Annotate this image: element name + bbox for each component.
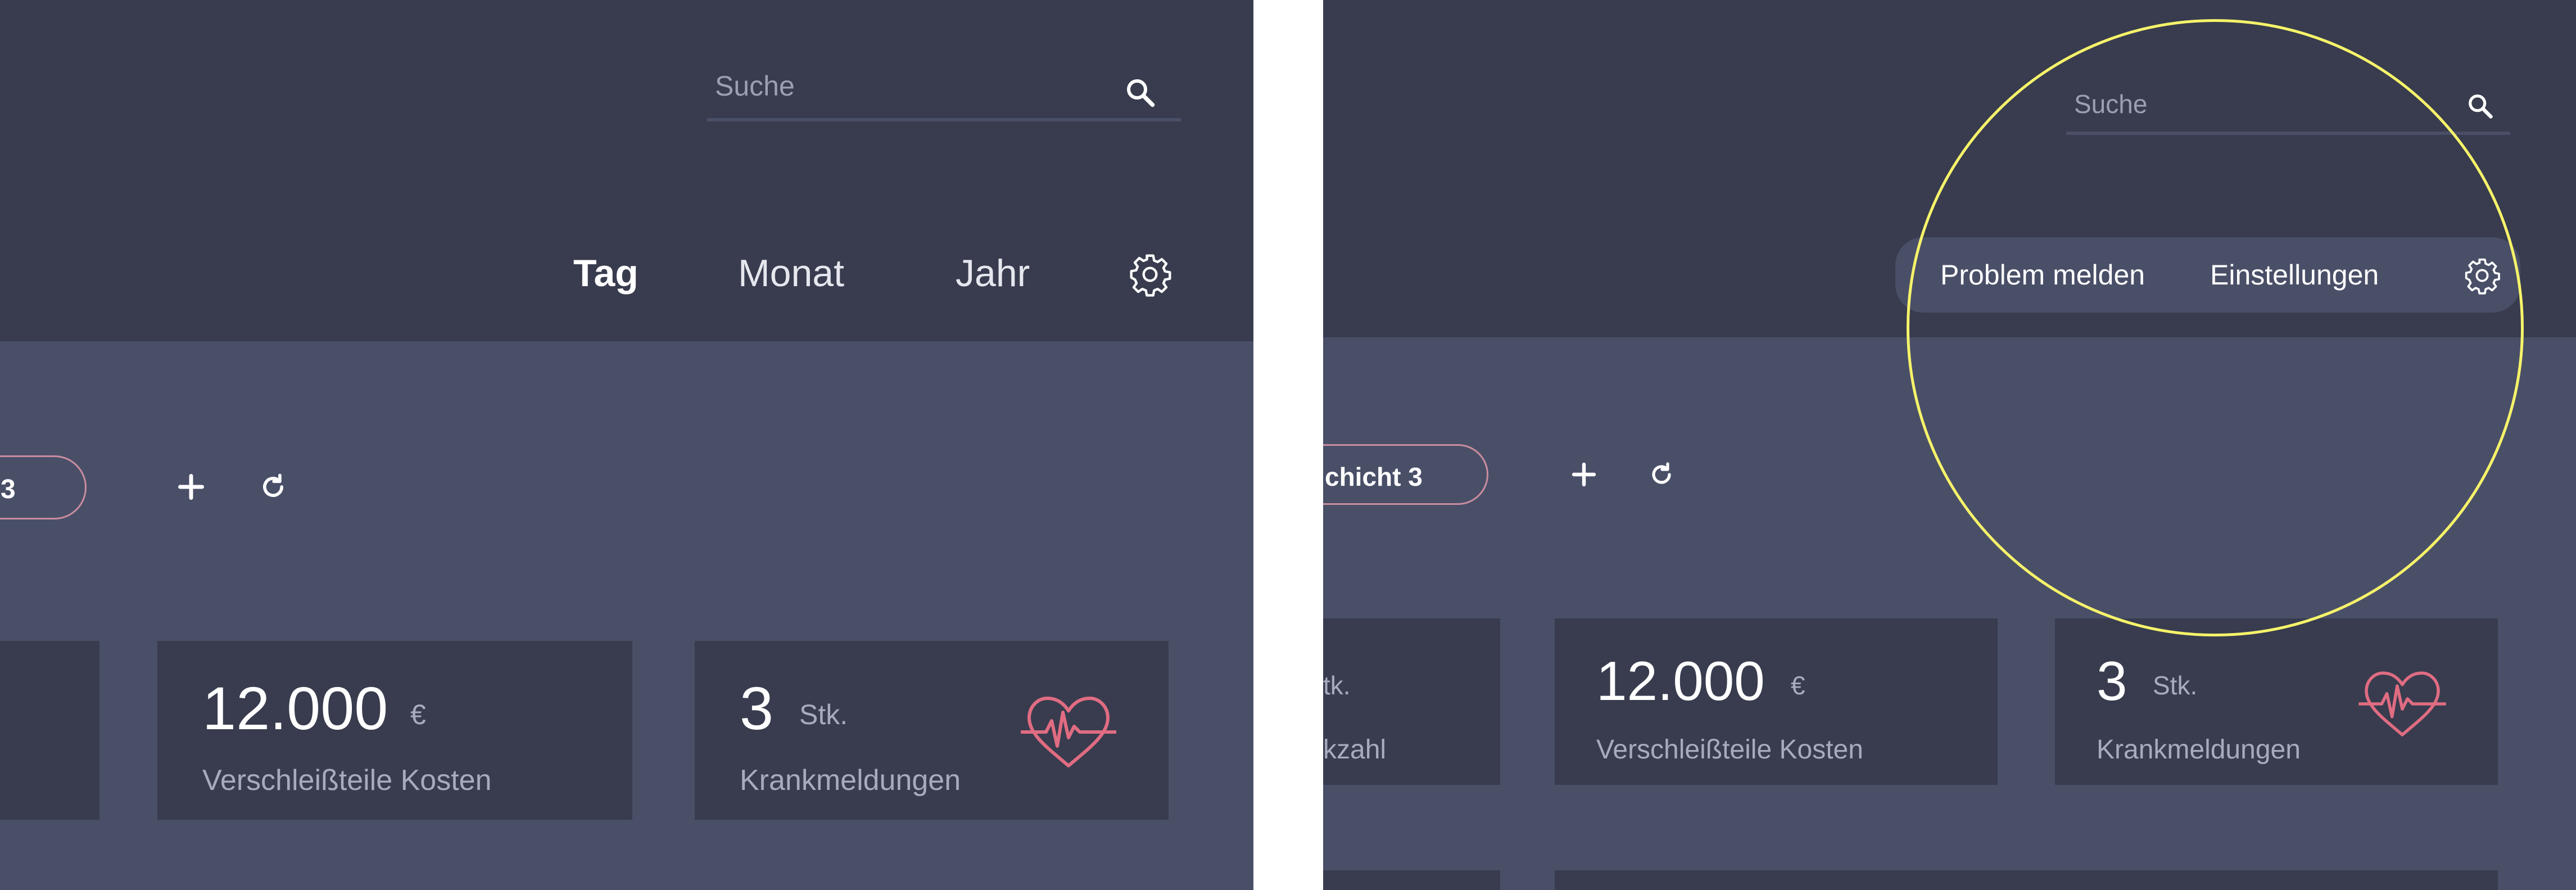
card-label: Krankmeldungen [2097, 735, 2301, 765]
search-field[interactable]: Suche [707, 62, 1181, 121]
heart-pulse-icon [2358, 671, 2446, 737]
tab-jahr[interactable]: Jahr [956, 254, 1030, 292]
card-label: Verschleißteile Kosten [1596, 735, 1863, 765]
search-input[interactable]: Suche [715, 70, 795, 102]
shift-chip[interactable]: 3 [0, 455, 87, 519]
shift-chip[interactable]: chicht 3 [1323, 444, 1488, 505]
card-partial-bottom [1323, 870, 1500, 890]
card-value: 12.000 [202, 674, 388, 742]
tab-monat[interactable]: Monat [738, 254, 844, 292]
shift-chip-label: 3 [1, 475, 16, 504]
right-panel: Suche Problem melden Einstellungen chich… [1323, 0, 2576, 890]
card-value: 3 [740, 674, 774, 742]
card-partial-bottom-wide [1555, 870, 2498, 890]
card-value: 3 [2097, 650, 2127, 712]
tab-tag[interactable]: Tag [573, 254, 639, 292]
card-unit: € [410, 699, 426, 730]
card-label: kzahl [1323, 735, 1387, 765]
refresh-icon[interactable] [1648, 461, 1675, 488]
card-unit: € [1791, 671, 1805, 700]
left-panel: Suche Tag Monat Jahr 3 12.000 € Verschle… [0, 0, 1253, 890]
card-unit: Stk. [799, 699, 848, 730]
refresh-icon[interactable] [259, 472, 288, 502]
add-icon[interactable] [1570, 461, 1597, 488]
search-underline [707, 118, 1181, 121]
card-label: Verschleißteile Kosten [202, 764, 492, 797]
card-value: 12.000 [1596, 650, 1765, 712]
card-label: Krankmeldungen [740, 764, 961, 797]
card-unit: tk. [1323, 671, 1351, 700]
card-krankmeldungen[interactable]: 3 Stk. Krankmeldungen [2055, 618, 2498, 785]
highlight-circle [1907, 19, 2524, 636]
card-verschleissteile-kosten[interactable]: 12.000 € Verschleißteile Kosten [157, 641, 632, 820]
heart-pulse-icon [1021, 697, 1116, 767]
card-partial [0, 641, 99, 820]
card-verschleissteile-kosten[interactable]: 12.000 € Verschleißteile Kosten [1555, 618, 1998, 785]
search-icon[interactable] [1123, 75, 1157, 109]
shift-chip-label: chicht 3 [1325, 462, 1423, 491]
card-krankmeldungen[interactable]: 3 Stk. Krankmeldungen [695, 641, 1169, 820]
add-icon[interactable] [176, 472, 206, 502]
card-partial: tk. kzahl [1323, 618, 1500, 785]
gear-icon[interactable] [1128, 252, 1172, 297]
search-icon[interactable] [2465, 91, 2494, 120]
card-unit: Stk. [2153, 671, 2198, 700]
